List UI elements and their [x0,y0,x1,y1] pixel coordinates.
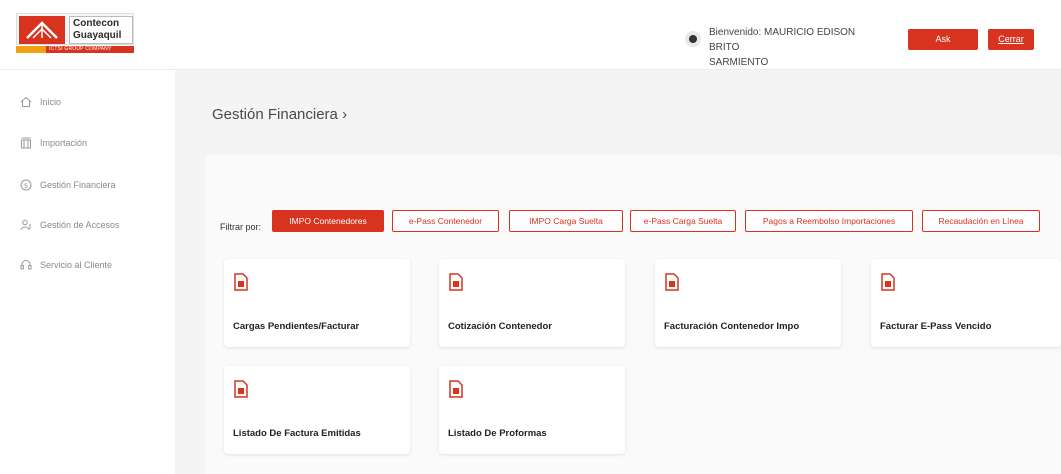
brand-logo[interactable]: Contecon Guayaquil ICTSI GROUP COMPANY [16,13,134,59]
crane-icon [19,16,65,44]
filter-pagos-reembolso[interactable]: Pagos a Reembolso Importaciones [745,210,913,232]
sidebar-item-servicio-cliente[interactable]: Servicio al Cliente [20,256,170,274]
card-facturar-epass-vencido[interactable]: Facturar E-Pass Vencido [871,259,1061,347]
document-icon [234,273,248,291]
user-avatar-icon [685,31,701,47]
card-cargas-pendientes[interactable]: Cargas Pendientes/Facturar [224,259,410,347]
document-icon [449,380,463,398]
sidebar-item-gestion-accesos[interactable]: Gestión de Accesos [20,216,170,234]
document-icon [665,273,679,291]
card-title: Facturar E-Pass Vencido [880,321,992,332]
document-icon [234,380,248,398]
logo-strip: ICTSI GROUP COMPANY [16,46,134,53]
card-facturacion-contenedor-impo[interactable]: Facturación Contenedor Impo [655,259,841,347]
filter-epass-contenedor[interactable]: e-Pass Contenedor [392,210,499,232]
welcome-message: Bienvenido: MAURICIO EDISON BRITO SARMIE… [709,25,879,70]
card-title: Listado De Factura Emitidas [233,428,361,439]
svg-text:$: $ [24,182,28,190]
filter-label: Filtrar por: [220,222,262,232]
sidebar-item-label: Servicio al Cliente [40,260,113,270]
sidebar-item-label: Gestión de Accesos [40,220,120,230]
filter-impo-contenedores[interactable]: IMPO Contenedores [272,210,384,232]
sidebar-item-label: Importación [40,138,88,148]
support-icon [20,259,32,271]
sidebar-item-label: Gestión Financiera [40,180,116,190]
card-listado-facturas-emitidas[interactable]: Listado De Factura Emitidas [224,366,410,454]
top-header: Contecon Guayaquil ICTSI GROUP COMPANY B… [0,0,1061,70]
document-icon [881,273,895,291]
logo-strip-accent [16,46,46,53]
logo-name-line1: Contecon [73,18,120,29]
filter-impo-carga-suelta[interactable]: IMPO Carga Suelta [509,210,623,232]
user-access-icon [20,219,32,231]
welcome-line-2: SARMIENTO [709,57,769,68]
filter-recaudacion-linea[interactable]: Recaudación en Línea [922,210,1040,232]
card-cotizacion-contenedor[interactable]: Cotización Contenedor [439,259,625,347]
breadcrumb[interactable]: Gestión Financiera › [212,106,347,123]
card-title: Facturación Contenedor Impo [664,321,800,332]
dollar-icon: $ [20,179,32,191]
sidebar: Inicio Importación $ Gestión Financiera … [0,70,175,474]
logo-frame: Contecon Guayaquil [16,13,134,45]
main-content: Gestión Financiera › Filtrar por: IMPO C… [175,70,1061,474]
sidebar-item-inicio[interactable]: Inicio [20,93,170,111]
card-listado-proformas[interactable]: Listado De Proformas [439,366,625,454]
home-icon [20,96,32,108]
ask-button[interactable]: Ask [908,29,978,50]
sidebar-item-importacion[interactable]: Importación [20,134,170,152]
filter-epass-carga-suelta[interactable]: e-Pass Carga Suelta [630,210,736,232]
document-icon [449,273,463,291]
close-key-button[interactable]: Cerrar Clave [988,29,1034,65]
card-title: Listado De Proformas [448,428,547,439]
card-title: Cargas Pendientes/Facturar [233,321,360,332]
logo-name-line2: Guayaquil [73,30,122,41]
logo-wordmark: Contecon Guayaquil [69,16,133,44]
sidebar-item-label: Inicio [40,97,62,107]
card-title: Cotización Contenedor [448,321,552,332]
logo-tagline: ICTSI GROUP COMPANY [49,46,112,52]
building-icon [20,137,32,149]
sidebar-item-gestion-financiera[interactable]: $ Gestión Financiera [20,176,170,194]
welcome-line-1: Bienvenido: MAURICIO EDISON BRITO [709,27,856,53]
